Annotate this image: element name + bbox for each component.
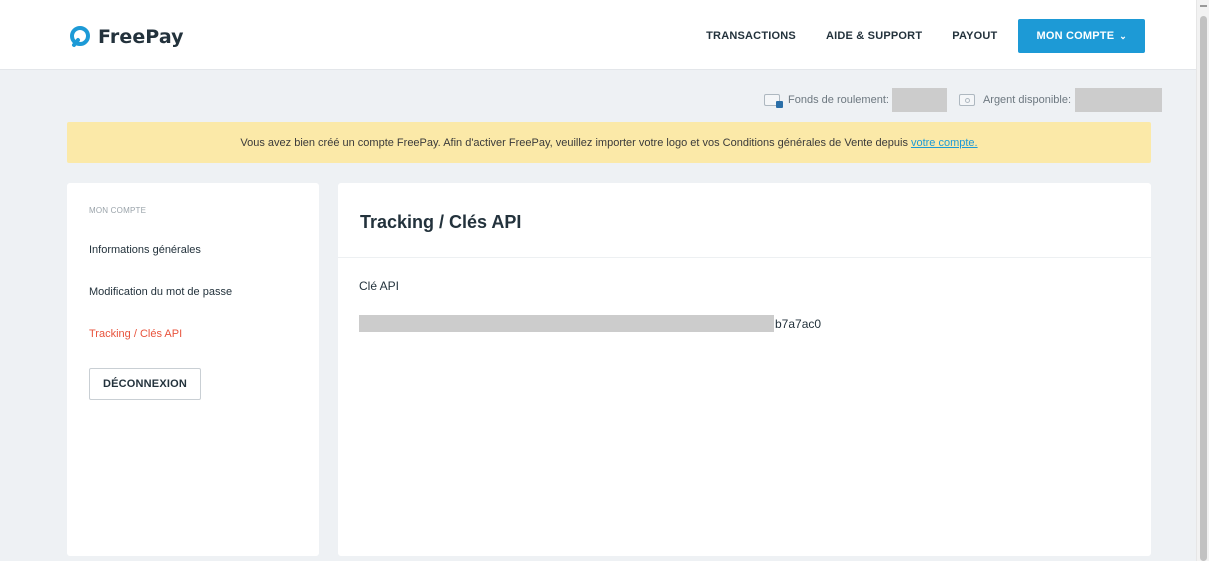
api-key-redacted-portion (359, 315, 774, 332)
main-nav: TRANSACTIONS AIDE & SUPPORT PAYOUT MON C… (706, 19, 1145, 53)
sidebar-item-tracking-cles-api[interactable]: Tracking / Clés API (89, 328, 182, 340)
freepay-logo[interactable]: FreePay (68, 24, 184, 50)
page-title: Tracking / Clés API (360, 212, 522, 232)
sidebar-item-modification-mot-de-passe[interactable]: Modification du mot de passe (89, 286, 232, 298)
banknote-icon (958, 94, 975, 106)
nav-payout[interactable]: PAYOUT (952, 30, 997, 42)
working-funds-label: Fonds de roulement: (788, 94, 889, 106)
brand-name: FreePay (98, 26, 184, 48)
freepay-logo-icon (70, 26, 90, 47)
nav-transactions[interactable]: TRANSACTIONS (706, 30, 796, 42)
scrollbar-thumb[interactable] (1200, 16, 1207, 561)
available-money-value-redacted (1075, 88, 1162, 112)
vertical-scrollbar[interactable] (1196, 0, 1209, 561)
notice-account-link[interactable]: votre compte. (911, 137, 978, 149)
wallet-lock-icon (764, 94, 784, 108)
api-key-value[interactable]: b7a7ac0 (359, 315, 821, 332)
sidebar-heading: MON COMPTE (89, 206, 147, 215)
notice-text: Vous avez bien créé un compte FreePay. A… (240, 136, 908, 149)
api-keys-panel: Tracking / Clés API Clé API b7a7ac0 (338, 183, 1151, 556)
available-money-label: Argent disponible: (982, 94, 1071, 106)
top-navigation-bar: FreePay TRANSACTIONS AIDE & SUPPORT PAYO… (0, 0, 1196, 70)
chevron-down-icon: ⌄ (1119, 30, 1127, 41)
api-key-label: Clé API (359, 279, 400, 293)
sidebar-item-informations-generales[interactable]: Informations générales (89, 244, 201, 256)
working-funds-value-redacted (891, 88, 947, 112)
account-sidebar: MON COMPTE Informations générales Modifi… (67, 183, 319, 556)
logout-button[interactable]: DÉCONNEXION (89, 368, 201, 400)
nav-aide-support[interactable]: AIDE & SUPPORT (826, 30, 922, 42)
api-key-visible-suffix: b7a7ac0 (775, 316, 822, 331)
scroll-up-arrow-icon[interactable] (1200, 5, 1207, 7)
panel-divider (338, 257, 1151, 258)
balance-summary: Fonds de roulement: Argent disponible: (764, 88, 1162, 112)
mon-compte-dropdown-button[interactable]: MON COMPTE ⌄ (1018, 19, 1145, 53)
mon-compte-label: MON COMPTE (1036, 30, 1115, 42)
account-activation-notice: Vous avez bien créé un compte FreePay. A… (67, 122, 1151, 163)
